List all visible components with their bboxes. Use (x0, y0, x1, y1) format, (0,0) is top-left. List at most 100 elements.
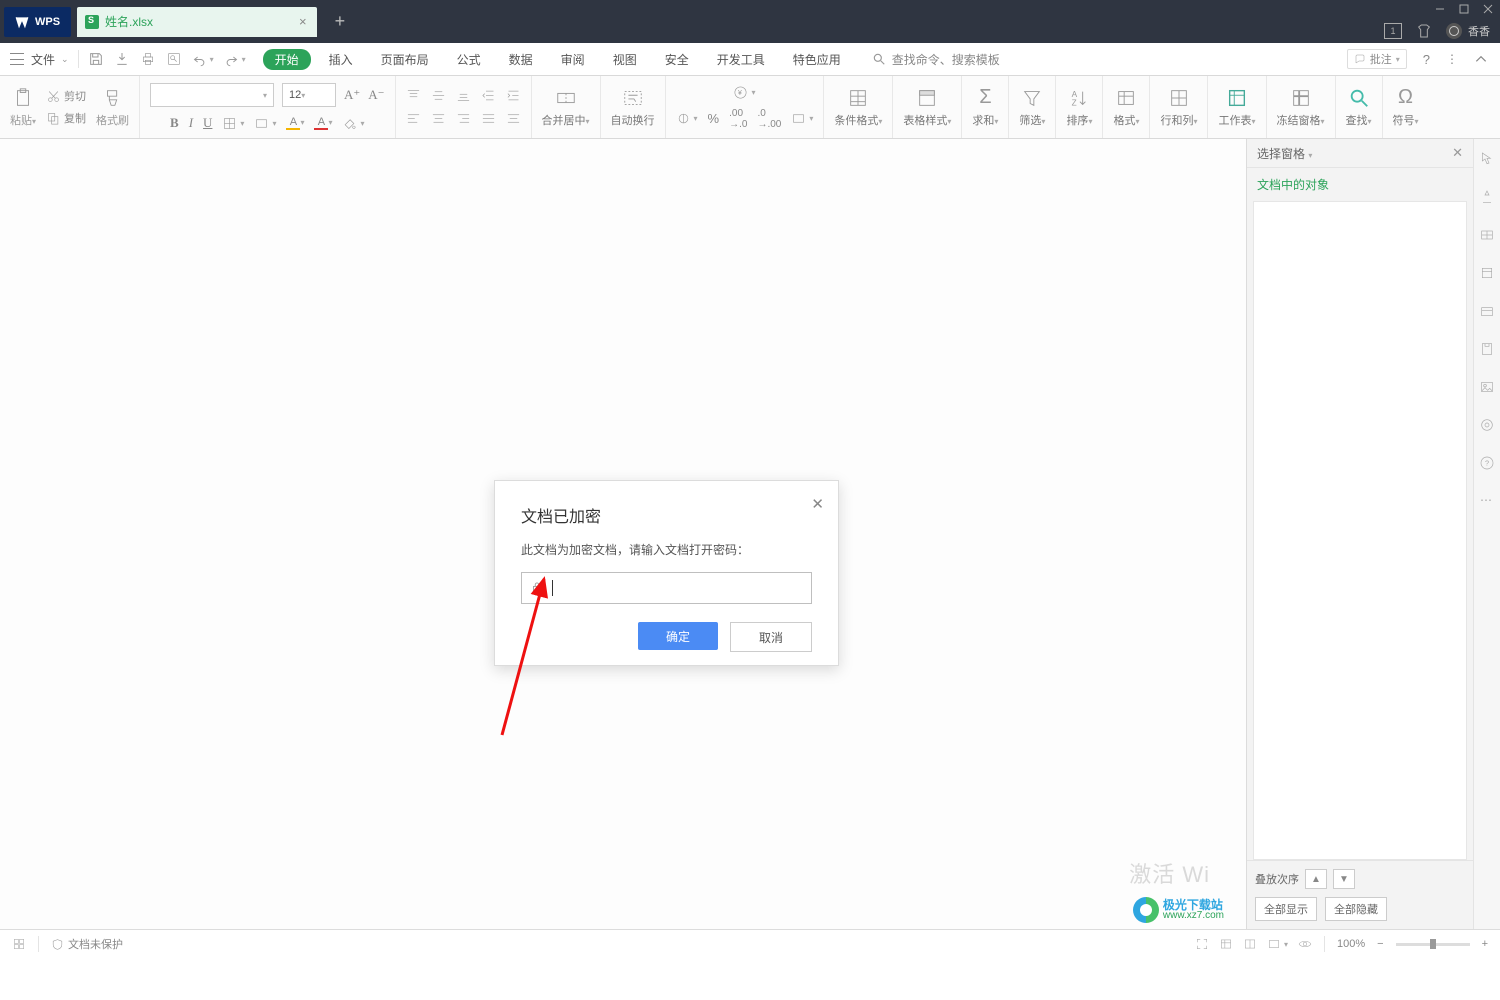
decrease-font-icon[interactable]: A⁻ (368, 87, 384, 103)
highlight-icon[interactable]: A▾ (286, 116, 304, 130)
print-icon[interactable] (140, 51, 156, 67)
dialog-close-icon[interactable]: ✕ (811, 495, 824, 513)
minimize-icon[interactable] (1428, 1, 1452, 17)
zoom-in-icon[interactable]: + (1482, 938, 1488, 950)
annotate-button[interactable]: 批注▾ (1347, 49, 1407, 69)
find-group[interactable]: 查找▾ (1336, 76, 1383, 138)
paste-icon[interactable] (12, 87, 34, 109)
wps-home-tab[interactable]: WPS (4, 7, 71, 37)
currency-style-icon[interactable]: ▾ (676, 111, 698, 126)
align-right-icon[interactable] (456, 111, 471, 126)
rail-more-icon[interactable]: ⋯ (1480, 493, 1494, 507)
copy-button[interactable]: 复制 (46, 110, 86, 126)
cancel-button[interactable]: 取消 (730, 622, 812, 652)
password-input[interactable] (521, 572, 812, 604)
selection-pane-title[interactable]: 选择窗格 ▾ (1257, 145, 1312, 162)
underline-icon[interactable]: U (203, 115, 212, 131)
close-window-icon[interactable] (1476, 1, 1500, 17)
indent-increase-icon[interactable] (506, 88, 521, 103)
tab-insert[interactable]: 插入 (319, 51, 363, 68)
rail-help-icon[interactable]: ? (1479, 455, 1495, 471)
tab-formula[interactable]: 公式 (447, 51, 491, 68)
number-format-icon[interactable]: ▾ (791, 111, 813, 126)
percent-icon[interactable]: % (708, 111, 720, 126)
font-color-icon[interactable]: A▾ (314, 116, 332, 130)
worksheet-group[interactable]: 工作表▾ (1208, 76, 1266, 138)
filter-group[interactable]: 筛选▾ (1009, 76, 1056, 138)
increase-font-icon[interactable]: A⁺ (344, 87, 360, 103)
align-bottom-icon[interactable] (456, 88, 471, 103)
rail-property-icon[interactable] (1479, 265, 1495, 281)
italic-icon[interactable]: I (189, 115, 193, 131)
bring-forward-button[interactable]: ▲ (1305, 869, 1327, 889)
tab-data[interactable]: 数据 (499, 51, 543, 68)
redo-button[interactable]: ▾ (224, 52, 246, 67)
fullscreen-icon[interactable] (1195, 937, 1209, 951)
indent-decrease-icon[interactable] (481, 88, 496, 103)
object-list[interactable] (1253, 201, 1467, 860)
border-icon[interactable]: ▾ (222, 116, 244, 131)
user-account[interactable]: 香香 (1446, 23, 1490, 39)
rowscols-group[interactable]: 行和列▾ (1150, 76, 1208, 138)
send-backward-button[interactable]: ▼ (1333, 869, 1355, 889)
tab-security[interactable]: 安全 (655, 51, 699, 68)
rail-backup-icon[interactable] (1479, 341, 1495, 357)
justify-icon[interactable] (481, 111, 496, 126)
format-painter-icon[interactable] (102, 87, 124, 109)
paste-label[interactable]: 粘贴▾ (10, 112, 36, 128)
rail-image-icon[interactable] (1479, 379, 1495, 395)
cond-format-group[interactable]: 条件格式▾ (824, 76, 893, 138)
menu-icon[interactable] (10, 53, 24, 65)
save-icon[interactable] (88, 51, 104, 67)
export-icon[interactable] (114, 51, 130, 67)
view-normal-icon[interactable] (1219, 937, 1233, 951)
ok-button[interactable]: 确定 (638, 622, 718, 650)
tab-review[interactable]: 审阅 (551, 51, 595, 68)
sort-group[interactable]: AZ 排序▾ (1056, 76, 1103, 138)
document-tab[interactable]: 姓名.xlsx × (77, 7, 317, 37)
read-mode-icon[interactable]: ▾ (1267, 937, 1288, 951)
merge-group[interactable]: 合并居中▾ (532, 76, 601, 138)
tab-view[interactable]: 视图 (603, 51, 647, 68)
font-family-select[interactable]: ▾ (150, 83, 274, 107)
wrap-group[interactable]: 自动换行 (601, 76, 666, 138)
symbol-group[interactable]: Ω 符号▾ (1383, 76, 1429, 138)
rail-cell-icon[interactable] (1479, 227, 1495, 243)
rail-select-icon[interactable] (1479, 151, 1495, 167)
fill-color-icon[interactable]: ▾ (342, 116, 364, 131)
align-center-icon[interactable] (431, 111, 446, 126)
protect-status[interactable]: 文档未保护 (51, 936, 123, 952)
maximize-icon[interactable] (1452, 1, 1476, 17)
tab-developer[interactable]: 开发工具 (707, 51, 775, 68)
close-tab-icon[interactable]: × (299, 14, 307, 29)
align-left-icon[interactable] (406, 111, 421, 126)
file-menu[interactable]: 文件⌄ (31, 51, 69, 68)
collapse-ribbon-icon[interactable] (1474, 52, 1488, 66)
align-top-icon[interactable] (406, 88, 421, 103)
bold-icon[interactable]: B (170, 115, 179, 131)
currency-icon[interactable]: ¥▾ (733, 85, 755, 100)
zoom-slider[interactable] (1396, 943, 1470, 946)
rail-analysis-icon[interactable] (1479, 303, 1495, 319)
decimal-decrease-icon[interactable]: .0→.00 (757, 108, 781, 130)
font-size-select[interactable]: 12▾ (282, 83, 336, 107)
help-icon[interactable]: ? (1423, 52, 1430, 67)
command-search[interactable]: 查找命令、搜索模板 (872, 51, 1000, 68)
tab-home[interactable]: 开始 (263, 49, 311, 70)
preview-icon[interactable] (166, 51, 182, 67)
table-style-group[interactable]: 表格样式▾ (893, 76, 962, 138)
eye-icon[interactable] (1298, 937, 1312, 951)
tab-layout[interactable]: 页面布局 (371, 51, 439, 68)
close-pane-icon[interactable]: ✕ (1452, 145, 1463, 161)
undo-button[interactable]: ▾ (192, 52, 214, 67)
zoom-out-icon[interactable]: − (1377, 938, 1383, 950)
skin-icon[interactable] (1416, 23, 1432, 39)
rail-settings-icon[interactable] (1479, 417, 1495, 433)
distribute-icon[interactable] (506, 111, 521, 126)
freeze-group[interactable]: 冻结窗格▾ (1267, 76, 1336, 138)
cell-style-icon[interactable]: ▾ (254, 116, 276, 131)
hide-all-button[interactable]: 全部隐藏 (1325, 897, 1387, 921)
new-tab-button[interactable]: + (335, 11, 346, 32)
format-group[interactable]: 格式▾ (1103, 76, 1150, 138)
more-icon[interactable]: ⋮ (1446, 52, 1458, 66)
